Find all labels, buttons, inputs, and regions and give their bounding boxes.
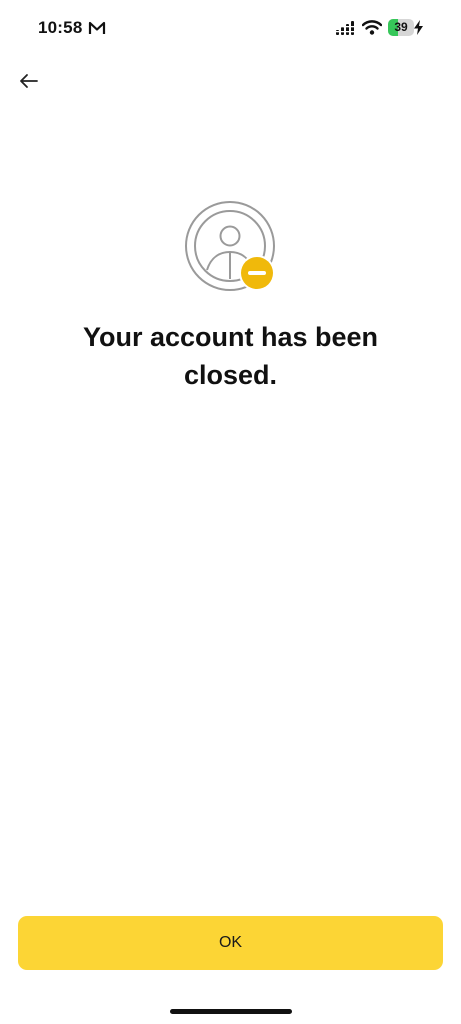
- home-indicator[interactable]: [170, 1009, 292, 1014]
- battery-icon: 39: [388, 19, 414, 36]
- battery-level: 39: [394, 20, 408, 34]
- arrow-left-icon: [20, 74, 38, 88]
- wifi-icon: [361, 19, 383, 35]
- charging-bolt-icon: [414, 20, 423, 35]
- account-closed-title: Your account has been closed.: [82, 322, 379, 390]
- status-bar: 10:58 39: [0, 0, 461, 56]
- status-time: 10:58: [38, 18, 83, 37]
- account-closed-illustration: [184, 200, 278, 294]
- signal-icon: [336, 21, 356, 35]
- account-closed-icon: [185, 201, 275, 291]
- back-button[interactable]: [12, 64, 46, 98]
- ok-button[interactable]: OK: [18, 916, 443, 970]
- mail-icon: [88, 20, 106, 36]
